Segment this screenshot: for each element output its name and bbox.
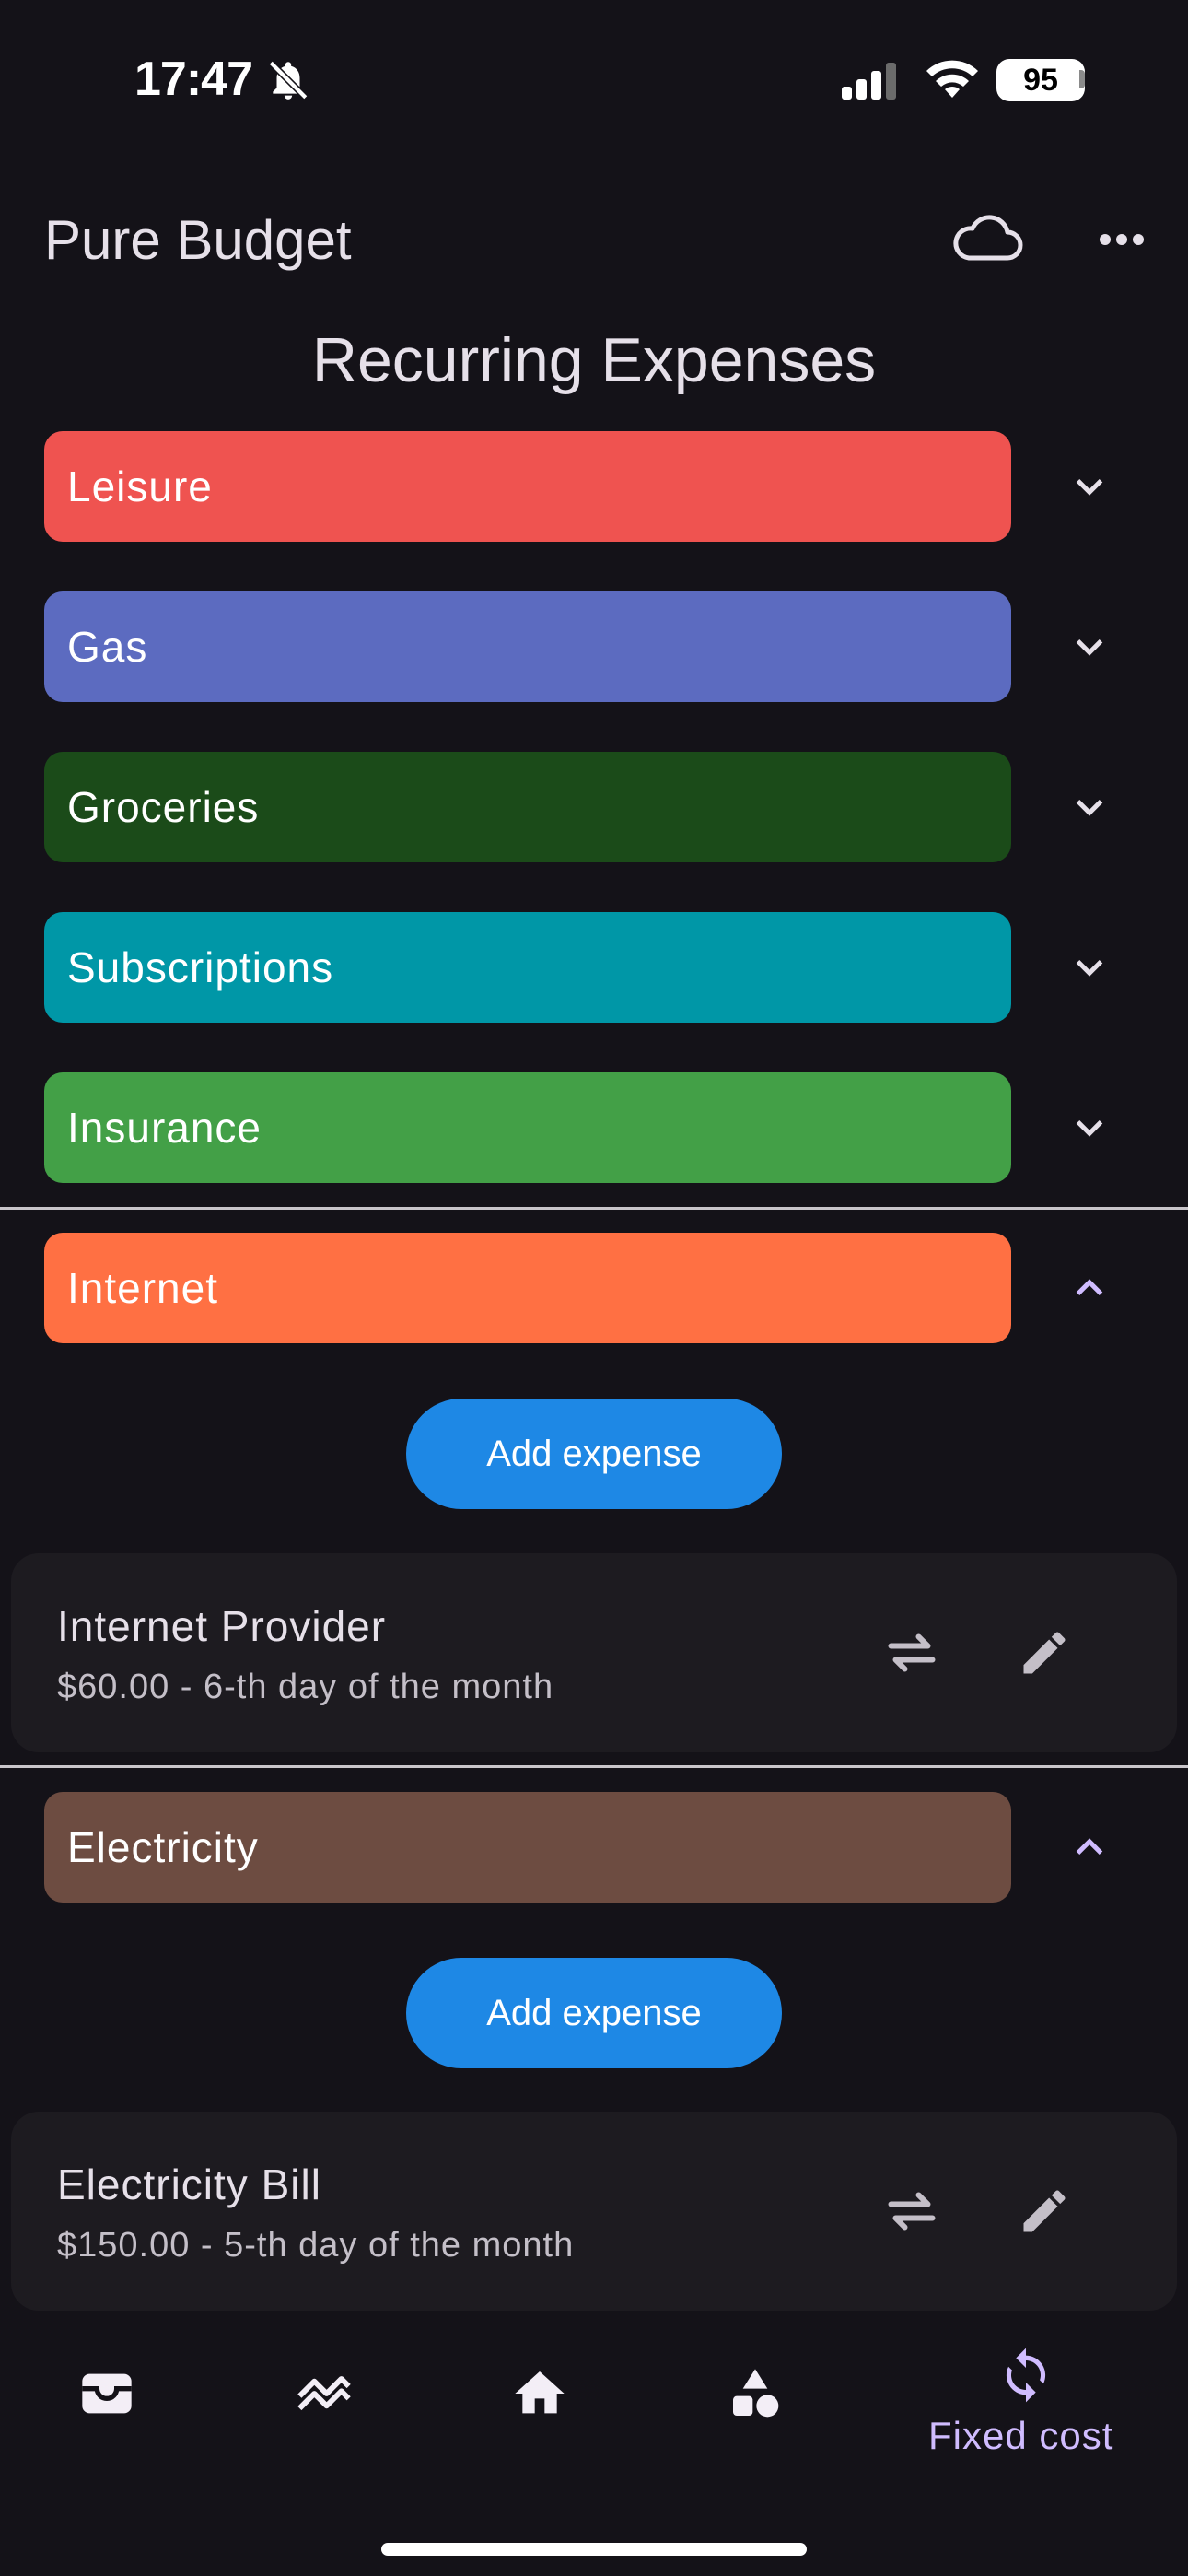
expense-detail: $60.00 - 6-th day of the month	[57, 1668, 554, 1706]
nav-label-fixed-cost[interactable]: Fixed cost	[928, 2414, 1113, 2458]
swap-horizontal-icon[interactable]	[884, 2188, 939, 2234]
cellular-signal-icon	[842, 63, 896, 100]
expense-name: Electricity Bill	[57, 2160, 321, 2208]
cloud-icon[interactable]	[950, 210, 1024, 265]
chevron-down-icon[interactable]	[1066, 944, 1112, 990]
page-title: Recurring Expenses	[311, 325, 877, 395]
category-gas[interactable]: Gas	[44, 591, 1011, 702]
expense-detail: $150.00 - 5-th day of the month	[57, 2226, 575, 2265]
battery-cap	[1079, 70, 1085, 88]
category-groceries[interactable]: Groceries	[44, 752, 1011, 862]
categories-icon[interactable]	[726, 2364, 785, 2423]
category-subscriptions[interactable]: Subscriptions	[44, 912, 1011, 1023]
category-leisure[interactable]: Leisure	[44, 431, 1011, 542]
battery-icon: 95	[996, 59, 1085, 101]
expense-name: Internet Provider	[57, 1602, 387, 1650]
wifi-icon	[926, 60, 978, 98]
swap-horizontal-icon[interactable]	[884, 1630, 939, 1676]
home-indicator[interactable]	[381, 2543, 807, 2556]
chevron-down-icon[interactable]	[1066, 1105, 1112, 1151]
expense-card	[11, 1553, 1177, 1752]
bell-slash-icon	[268, 60, 309, 100]
more-horizontal-icon[interactable]	[1098, 230, 1146, 249]
sync-icon[interactable]	[996, 2346, 1055, 2405]
expense-card	[11, 2112, 1177, 2311]
category-electricity[interactable]: Electricity	[44, 1792, 1011, 1903]
add-expense-button[interactable]: Add expense	[406, 1399, 782, 1509]
chevron-down-icon[interactable]	[1066, 784, 1112, 830]
chevron-down-icon[interactable]	[1066, 463, 1112, 509]
edit-pencil-icon[interactable]	[1017, 2184, 1072, 2239]
chevron-up-icon[interactable]	[1066, 1265, 1112, 1311]
chevron-up-icon[interactable]	[1066, 1824, 1112, 1870]
trending-icon[interactable]	[295, 2364, 354, 2423]
home-icon[interactable]	[510, 2364, 569, 2423]
app-title: Pure Budget	[44, 209, 352, 271]
section-divider	[0, 1207, 1188, 1210]
wallet-icon[interactable]	[77, 2364, 136, 2423]
add-expense-button[interactable]: Add expense	[406, 1958, 782, 2068]
edit-pencil-icon[interactable]	[1017, 1625, 1072, 1680]
category-internet[interactable]: Internet	[44, 1233, 1011, 1343]
section-divider	[0, 1765, 1188, 1768]
chevron-down-icon[interactable]	[1066, 624, 1112, 670]
status-time: 17:47	[134, 53, 253, 106]
category-insurance[interactable]: Insurance	[44, 1072, 1011, 1183]
